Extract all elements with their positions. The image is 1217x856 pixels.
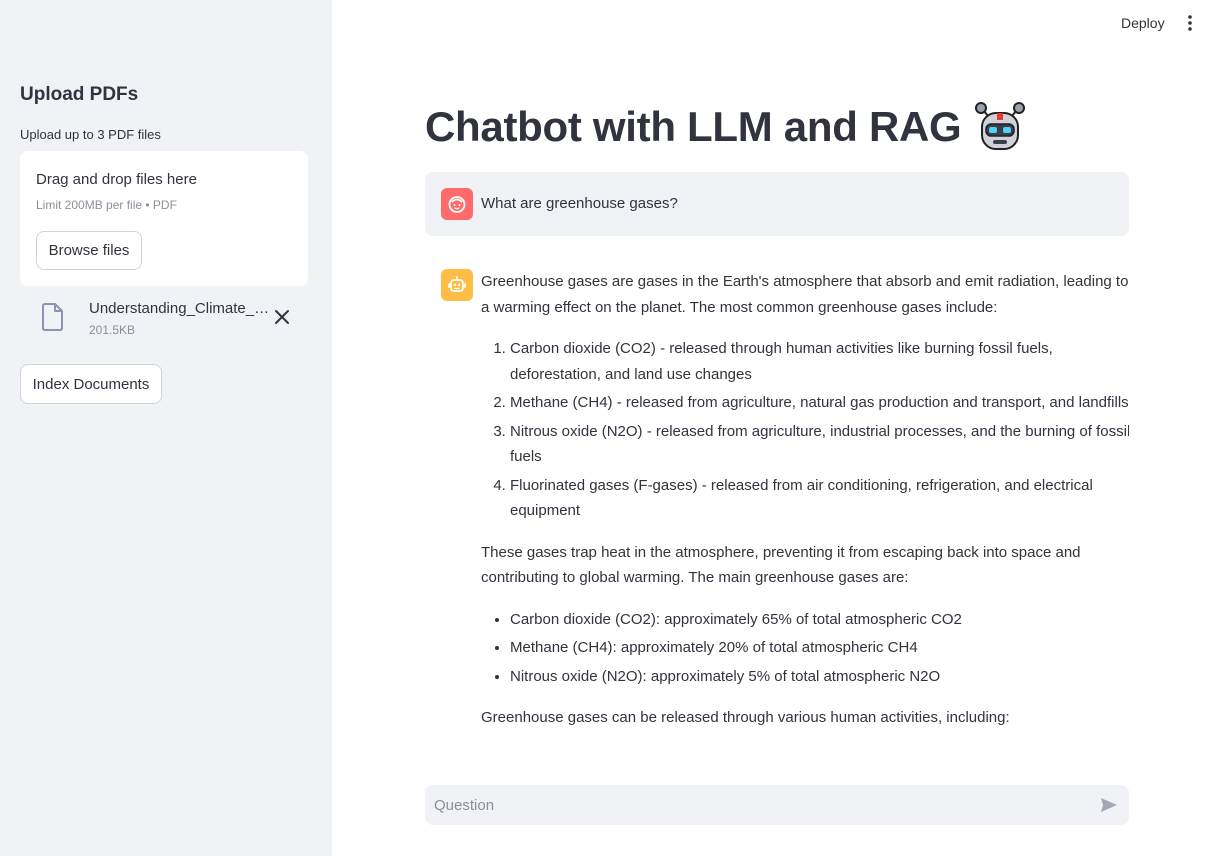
user-message: What are greenhouse gases? (425, 172, 1129, 236)
file-dropzone[interactable]: Drag and drop files here Limit 200MB per… (20, 151, 308, 286)
assistant-message-content: Greenhouse gases are gases in the Earth'… (481, 269, 1129, 747)
assistant-intro: Greenhouse gases are gases in the Earth'… (481, 273, 1129, 316)
list-item: Nitrous oxide (N2O) - released from agri… (510, 419, 1129, 470)
question-input[interactable] (425, 785, 1075, 825)
sidebar-title: Upload PDFs (20, 84, 139, 105)
file-icon (42, 303, 63, 331)
bot-icon (441, 269, 473, 301)
uploaded-file-item: Understanding_Climate_Change.pdf 201.5KB (20, 296, 308, 346)
page-title: Chatbot with LLM and RAG (425, 100, 1027, 154)
browse-files-button[interactable]: Browse files (36, 231, 142, 270)
send-icon[interactable] (1099, 795, 1119, 815)
list-item: Nitrous oxide (N2O): approximately 5% of… (510, 664, 1129, 690)
assistant-outro: Greenhouse gases can be released through… (481, 709, 1010, 726)
sidebar: Upload PDFs Upload up to 3 PDF files Dra… (0, 0, 332, 856)
assistant-middle: These gases trap heat in the atmosphere,… (481, 543, 1081, 587)
list-item: Fluorinated gases (F-gases) - released f… (510, 473, 1129, 524)
dropzone-limit: Limit 200MB per file • PDF (36, 198, 177, 212)
robot-icon (975, 102, 1026, 150)
assistant-message: Greenhouse gases are gases in the Earth'… (425, 255, 1129, 775)
kebab-menu-icon[interactable] (1180, 13, 1200, 33)
list-item: Methane (CH4) - released from agricultur… (510, 390, 1129, 416)
file-size: 201.5KB (89, 323, 136, 337)
index-documents-button[interactable]: Index Documents (20, 364, 162, 404)
list-item: Carbon dioxide (CO2) - released through … (510, 336, 1129, 387)
page-title-text: Chatbot with LLM and RAG (425, 103, 962, 150)
main-gases-list: Carbon dioxide (CO2): approximately 65% … (510, 607, 1129, 690)
user-face-icon (441, 188, 473, 220)
file-name: Understanding_Climate_Change.pdf (89, 300, 273, 317)
list-item: Carbon dioxide (CO2): approximately 65% … (510, 607, 1129, 633)
dropzone-title: Drag and drop files here (36, 171, 197, 188)
upload-label: Upload up to 3 PDF files (20, 127, 161, 142)
deploy-button[interactable]: Deploy (1121, 15, 1165, 31)
close-icon[interactable] (273, 308, 291, 326)
user-message-text: What are greenhouse gases? (481, 195, 678, 212)
list-item: Methane (CH4): approximately 20% of tota… (510, 635, 1129, 661)
chat-input-bar (425, 785, 1129, 825)
greenhouse-gases-list: Carbon dioxide (CO2) - released through … (510, 336, 1129, 524)
